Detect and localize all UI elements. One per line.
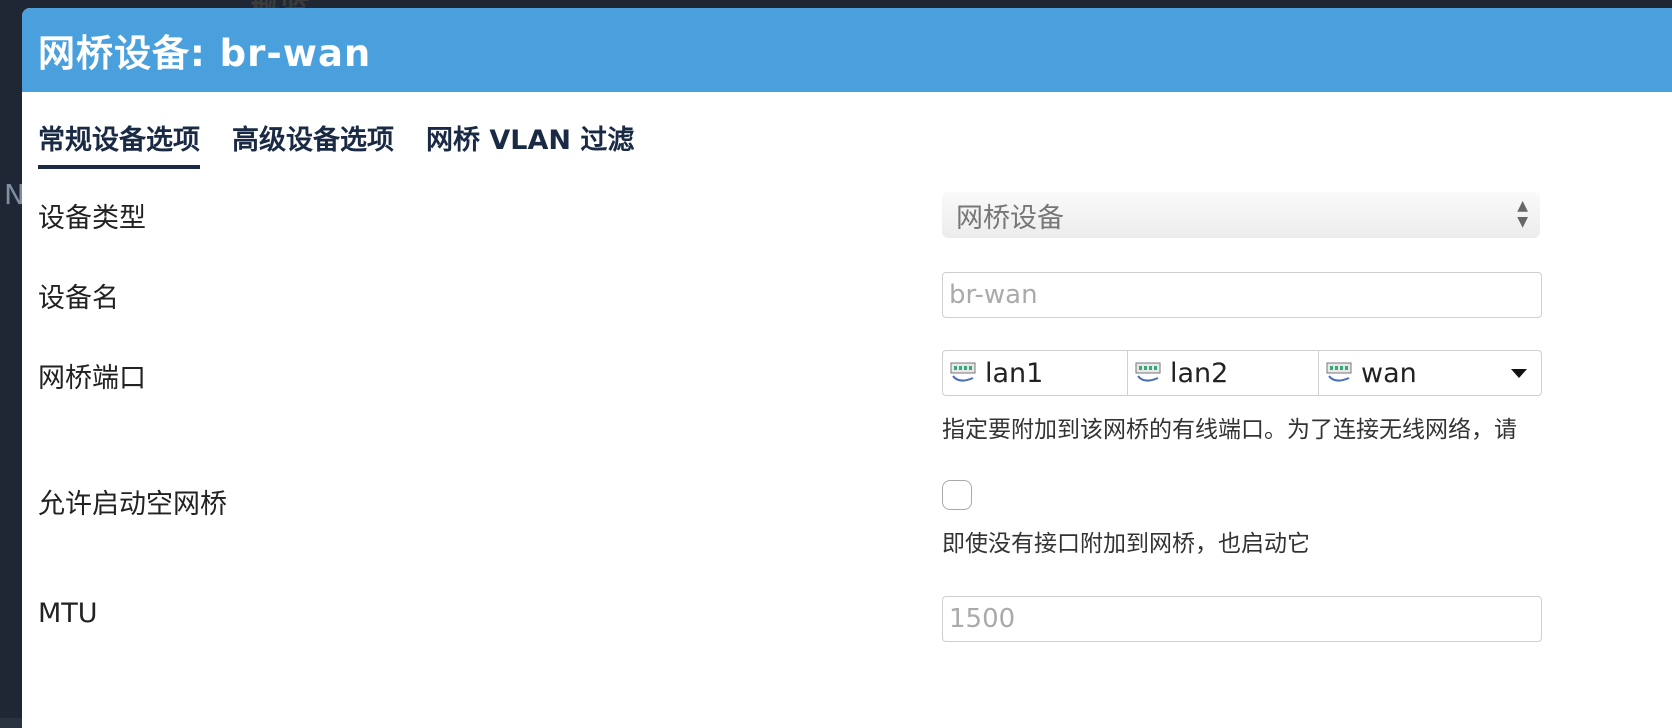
ethernet-port-icon xyxy=(1135,362,1161,382)
ethernet-port-icon xyxy=(1326,362,1352,382)
device-type-select[interactable]: 网桥设备 ▲ ▼ xyxy=(942,192,1540,238)
ethernet-port-icon xyxy=(950,362,976,382)
empty-bridge-description: 即使没有接口附加到网桥，也启动它 xyxy=(942,531,1310,557)
mtu-label: MTU xyxy=(38,598,98,629)
tab-bridge-vlan-filter[interactable]: 网桥 VLAN 过滤 xyxy=(426,118,634,165)
device-type-label: 设备类型 xyxy=(38,203,146,234)
bridge-ports-description: 指定要附加到该网桥的有线端口。为了连接无线网络，请 xyxy=(942,417,1517,443)
port-chip-lan2[interactable]: lan2 xyxy=(1128,351,1319,395)
port-label: lan2 xyxy=(1170,357,1229,389)
empty-bridge-label: 允许启动空网桥 xyxy=(38,489,227,520)
dropdown-caret-icon[interactable] xyxy=(1511,369,1527,378)
dialog-header: 网桥设备: br-wan xyxy=(22,8,1672,92)
port-label: lan1 xyxy=(985,357,1044,389)
port-chip-lan1[interactable]: lan1 xyxy=(943,351,1128,395)
device-name-input[interactable] xyxy=(942,272,1542,318)
bridge-device-dialog: 网桥设备: br-wan 常规设备选项 高级设备选项 网桥 VLAN 过滤 设备… xyxy=(22,8,1672,728)
dialog-title: 网桥设备: br-wan xyxy=(38,32,372,75)
device-type-value: 网桥设备 xyxy=(956,202,1064,234)
mtu-input[interactable] xyxy=(942,596,1542,642)
empty-bridge-checkbox[interactable] xyxy=(942,480,972,510)
tab-advanced-options[interactable]: 高级设备选项 xyxy=(232,118,394,165)
select-updown-icon: ▲ ▼ xyxy=(1517,198,1528,230)
port-chip-wan[interactable]: wan xyxy=(1319,351,1541,395)
bridge-ports-label: 网桥端口 xyxy=(38,363,146,394)
tab-bar: 常规设备选项 高级设备选项 网桥 VLAN 过滤 xyxy=(22,92,1672,169)
bridge-ports-multiselect[interactable]: lan1 lan2 wan xyxy=(942,350,1542,396)
device-name-label: 设备名 xyxy=(38,283,119,314)
port-label: wan xyxy=(1361,357,1417,389)
tab-general-options[interactable]: 常规设备选项 xyxy=(38,118,200,169)
